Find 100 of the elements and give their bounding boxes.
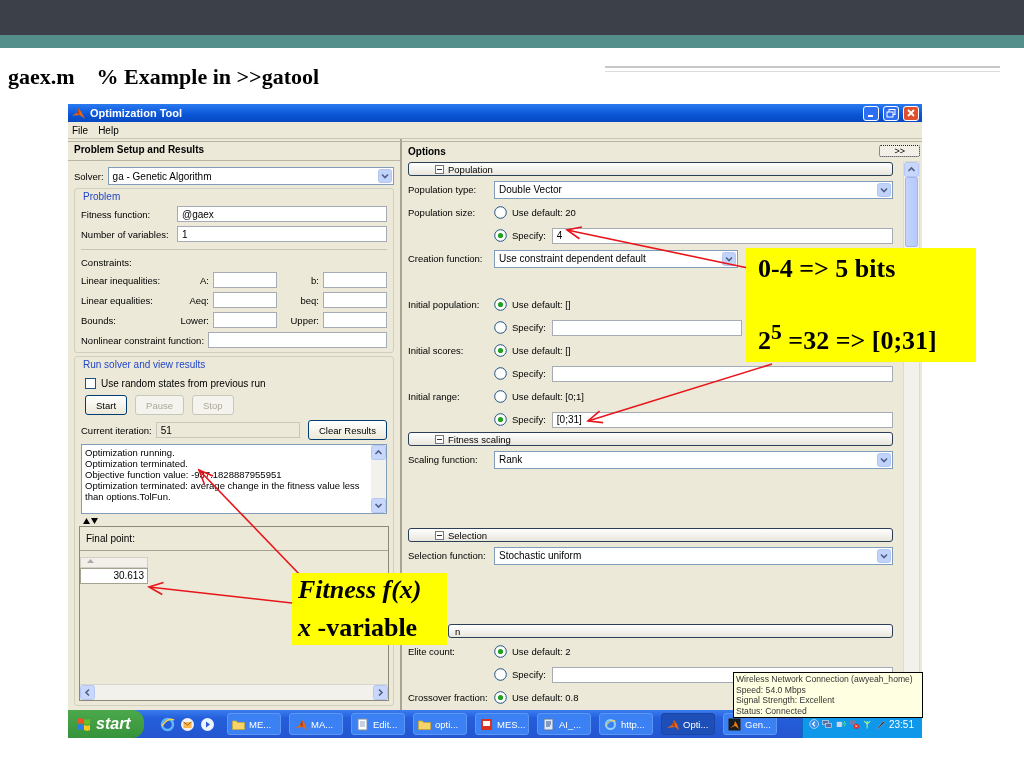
scroll-down-icon[interactable] bbox=[371, 498, 386, 513]
taskbar-button[interactable]: AI_... bbox=[537, 713, 591, 735]
dropdown[interactable]: Use constraint dependent default bbox=[494, 249, 738, 268]
radio-icon[interactable] bbox=[494, 206, 507, 219]
input-field[interactable] bbox=[323, 312, 387, 328]
input-field[interactable]: 1 bbox=[177, 226, 387, 242]
browser-icon[interactable] bbox=[160, 716, 175, 732]
callout-text: Fitness f(x) bbox=[298, 575, 423, 605]
taskbar-button[interactable]: opti... bbox=[413, 713, 467, 735]
input-field[interactable]: [0;31] bbox=[551, 411, 893, 428]
vertical-scrollbar[interactable] bbox=[371, 445, 386, 513]
radio-icon[interactable] bbox=[494, 668, 507, 681]
radio-button[interactable]: Specify: bbox=[494, 229, 552, 242]
field-label: Initial scores: bbox=[408, 345, 465, 356]
menu-item[interactable]: File bbox=[72, 124, 89, 136]
section-header[interactable]: n bbox=[448, 624, 893, 638]
input-field[interactable]: 4 bbox=[551, 227, 893, 244]
radio-icon[interactable] bbox=[494, 229, 507, 242]
radio-button[interactable]: Use default: [] bbox=[494, 344, 577, 357]
radio-icon[interactable] bbox=[494, 390, 507, 403]
dropdown[interactable]: Double Vector bbox=[494, 180, 893, 199]
tooltip-line: Wireless Network Connection (awyeah_home) bbox=[736, 674, 914, 685]
section-header[interactable]: Fitness scaling bbox=[408, 432, 893, 446]
taskbar-button[interactable]: Opti... bbox=[661, 713, 715, 735]
clear-results-button[interactable]: Clear Results bbox=[307, 420, 387, 440]
radio-button[interactable]: Use default: [] bbox=[494, 298, 577, 311]
field-label: Nonlinear constraint function: bbox=[81, 334, 205, 346]
input-field[interactable] bbox=[213, 312, 277, 328]
panel-header: Problem Setup and Results bbox=[68, 141, 400, 161]
action-button[interactable]: Start bbox=[85, 395, 128, 415]
radio-button[interactable]: Specify: bbox=[494, 413, 552, 426]
dropdown[interactable]: Stochastic uniform bbox=[494, 546, 893, 565]
panel-label: Final point: bbox=[80, 527, 388, 551]
callout-text: 0-4 => 5 bits bbox=[758, 254, 897, 284]
input-field[interactable] bbox=[323, 292, 387, 308]
section-header[interactable]: Selection bbox=[408, 528, 893, 542]
log-line: Optimization terminated. bbox=[85, 458, 189, 469]
radio-icon[interactable] bbox=[494, 321, 507, 334]
file-name: gaex.m bbox=[8, 64, 75, 90]
taskbar-button[interactable]: MES... bbox=[475, 713, 529, 735]
radio-button[interactable]: Use default: 2 bbox=[494, 645, 577, 658]
input-field[interactable] bbox=[213, 272, 277, 288]
disconnected-network-icon[interactable] bbox=[849, 717, 860, 731]
solver-dropdown[interactable]: ga - Genetic Algorithm bbox=[107, 167, 394, 185]
scroll-up-icon[interactable] bbox=[904, 162, 919, 177]
chevron-icon[interactable] bbox=[809, 717, 820, 731]
radio-button[interactable]: Specify: bbox=[494, 321, 552, 334]
radio-icon[interactable] bbox=[494, 367, 507, 380]
horizontal-scrollbar[interactable] bbox=[80, 684, 388, 700]
input-field[interactable] bbox=[213, 292, 277, 308]
taskbar-button[interactable]: MA... bbox=[289, 713, 343, 735]
callout-text: 2$^{5}$ =32 => [0;31] bbox=[758, 319, 938, 356]
radio-button[interactable]: Specify: bbox=[494, 367, 552, 380]
dropdown[interactable]: Rank bbox=[494, 450, 893, 469]
field-label: Scaling function: bbox=[408, 454, 479, 465]
input-field[interactable] bbox=[551, 319, 742, 336]
network-icon[interactable] bbox=[822, 717, 833, 731]
field-label: beq: bbox=[299, 294, 319, 306]
radio-icon[interactable] bbox=[494, 298, 507, 311]
field-label: Bounds: bbox=[81, 314, 117, 326]
field-label: Linear equalities: bbox=[81, 294, 154, 306]
table-cell: 30.613 bbox=[80, 568, 148, 584]
media-player-icon[interactable] bbox=[200, 716, 215, 732]
folder-icon bbox=[232, 717, 245, 731]
scroll-thumb[interactable] bbox=[905, 177, 918, 247]
radio-button[interactable]: Specify: bbox=[494, 668, 552, 681]
envelope-icon[interactable] bbox=[180, 716, 195, 732]
input-field[interactable] bbox=[323, 272, 387, 288]
checkbox[interactable]: Use random states from previous run bbox=[85, 378, 387, 389]
scroll-up-icon[interactable] bbox=[371, 445, 386, 460]
input-field[interactable] bbox=[551, 365, 893, 382]
taskbar-button[interactable]: Edit... bbox=[351, 713, 405, 735]
field-label: Upper: bbox=[289, 314, 319, 326]
field-label: Initial population: bbox=[408, 299, 481, 310]
clock: 23:51 bbox=[888, 718, 915, 730]
menu-item[interactable]: Help bbox=[98, 124, 119, 136]
input-field[interactable] bbox=[208, 332, 387, 348]
scroll-left-icon[interactable] bbox=[80, 685, 95, 700]
field-label: Selection function: bbox=[408, 550, 487, 561]
taskbar-button[interactable]: ME... bbox=[227, 713, 281, 735]
section-header[interactable]: Population bbox=[408, 162, 893, 176]
field-label: Creation function: bbox=[408, 253, 484, 264]
window-title: Optimization Tool bbox=[90, 107, 184, 119]
field-label: Population size: bbox=[408, 207, 477, 218]
expand-button[interactable]: >> bbox=[879, 145, 920, 157]
input-field[interactable]: @gaex bbox=[177, 206, 387, 222]
folder-icon bbox=[418, 717, 431, 731]
radio-icon[interactable] bbox=[494, 413, 507, 426]
radio-icon[interactable] bbox=[494, 645, 507, 658]
radio-icon[interactable] bbox=[494, 344, 507, 357]
radio-button[interactable]: Use default: 20 bbox=[494, 206, 582, 219]
scroll-right-icon[interactable] bbox=[373, 685, 388, 700]
windows-flag-icon bbox=[76, 716, 91, 732]
radio-button[interactable]: Use default: 0.8 bbox=[494, 691, 585, 704]
radio-icon[interactable] bbox=[494, 691, 507, 704]
field-label: Elite count: bbox=[408, 646, 456, 657]
radio-button[interactable]: Use default: [0;1] bbox=[494, 390, 590, 403]
slides-icon bbox=[480, 717, 493, 731]
slide-title: % Example in >>gatool bbox=[96, 64, 320, 90]
taskbar-button[interactable]: http... bbox=[599, 713, 653, 735]
